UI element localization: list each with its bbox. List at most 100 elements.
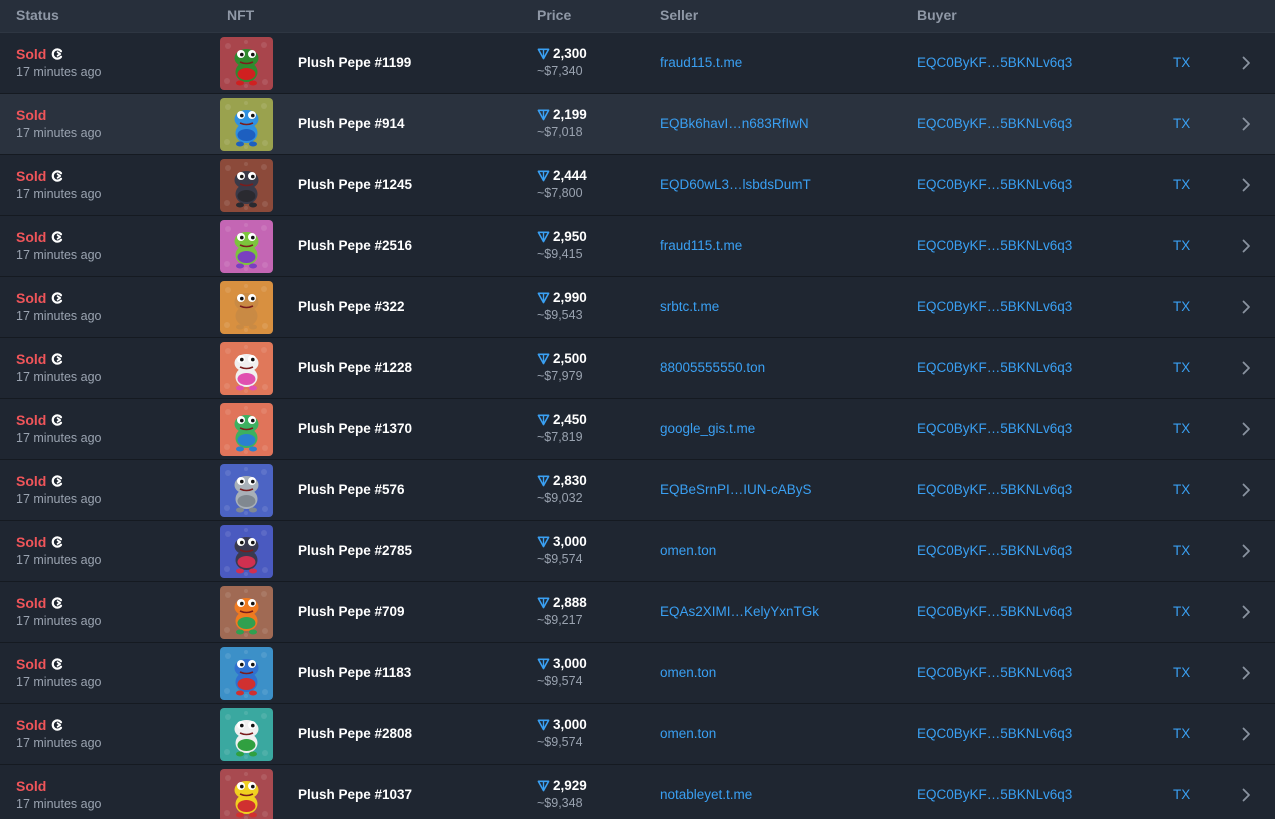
nft-thumbnail[interactable]	[220, 403, 273, 456]
tx-link[interactable]: TX	[1173, 360, 1190, 375]
tx-link[interactable]: TX	[1173, 787, 1190, 802]
chevron-right-icon[interactable]	[1240, 726, 1252, 742]
nft-name[interactable]: Plush Pepe #322	[298, 299, 405, 314]
chevron-right-icon[interactable]	[1240, 482, 1252, 498]
column-nft[interactable]: NFT	[227, 7, 254, 23]
tx-link[interactable]: TX	[1173, 238, 1190, 253]
buyer-link[interactable]: EQC0ByKF…5BKNLv6q3	[917, 604, 1072, 619]
seller-link[interactable]: EQAs2XIMI…KelyYxnTGk	[660, 604, 819, 619]
seller-link[interactable]: fraud115.t.me	[660, 55, 742, 70]
seller-link[interactable]: fraud115.t.me	[660, 238, 742, 253]
buyer-link[interactable]: EQC0ByKF…5BKNLv6q3	[917, 726, 1072, 741]
table-row[interactable]: Sold 17 minutes ago	[0, 765, 1275, 819]
table-row[interactable]: Sold 17 minutes ago	[0, 33, 1275, 94]
nft-name[interactable]: Plush Pepe #1370	[298, 421, 412, 436]
price-ton: 2,888	[553, 595, 587, 610]
chevron-right-icon[interactable]	[1240, 787, 1252, 803]
seller-link[interactable]: google_gis.t.me	[660, 421, 755, 436]
seller-link[interactable]: omen.ton	[660, 665, 716, 680]
table-row[interactable]: Sold 17 minutes ago	[0, 521, 1275, 582]
nft-name[interactable]: Plush Pepe #2516	[298, 238, 412, 253]
column-status[interactable]: Status	[16, 7, 59, 23]
tx-link[interactable]: TX	[1173, 482, 1190, 497]
nft-name[interactable]: Plush Pepe #1228	[298, 360, 412, 375]
column-buyer[interactable]: Buyer	[917, 7, 957, 23]
buyer-link[interactable]: EQC0ByKF…5BKNLv6q3	[917, 116, 1072, 131]
tx-link[interactable]: TX	[1173, 604, 1190, 619]
price-cell: 3,000 ~$9,574	[537, 533, 587, 566]
table-row[interactable]: Sold 17 minutes ago	[0, 582, 1275, 643]
seller-link[interactable]: omen.ton	[660, 726, 716, 741]
chevron-right-icon[interactable]	[1240, 177, 1252, 193]
column-seller[interactable]: Seller	[660, 7, 698, 23]
chevron-right-icon[interactable]	[1240, 604, 1252, 620]
tx-link[interactable]: TX	[1173, 55, 1190, 70]
chevron-right-icon[interactable]	[1240, 299, 1252, 315]
table-row[interactable]: Sold 17 minutes ago	[0, 704, 1275, 765]
buyer-link[interactable]: EQC0ByKF…5BKNLv6q3	[917, 55, 1072, 70]
buyer-link[interactable]: EQC0ByKF…5BKNLv6q3	[917, 238, 1072, 253]
table-row[interactable]: Sold 17 minutes ago	[0, 643, 1275, 704]
seller-link[interactable]: EQD60wL3…lsbdsDumT	[660, 177, 811, 192]
nft-thumbnail[interactable]	[220, 586, 273, 639]
nft-name[interactable]: Plush Pepe #1183	[298, 665, 411, 680]
buyer-link[interactable]: EQC0ByKF…5BKNLv6q3	[917, 299, 1072, 314]
table-row[interactable]: Sold 17 minutes ago	[0, 155, 1275, 216]
chevron-right-icon[interactable]	[1240, 360, 1252, 376]
table-row[interactable]: Sold 17 minutes ago	[0, 216, 1275, 277]
nft-thumbnail[interactable]	[220, 342, 273, 395]
nft-thumbnail[interactable]	[220, 98, 273, 151]
tx-link[interactable]: TX	[1173, 299, 1190, 314]
table-row[interactable]: Sold 17 minutes ago	[0, 94, 1275, 155]
nft-name[interactable]: Plush Pepe #1199	[298, 55, 411, 70]
seller-link[interactable]: srbtc.t.me	[660, 299, 719, 314]
nft-thumbnail[interactable]	[220, 220, 273, 273]
nft-thumbnail[interactable]	[220, 464, 273, 517]
seller-link[interactable]: EQBk6havI…n683RfIwN	[660, 116, 809, 131]
nft-name[interactable]: Plush Pepe #1245	[298, 177, 412, 192]
tx-link[interactable]: TX	[1173, 726, 1190, 741]
seller-link[interactable]: 88005555550.ton	[660, 360, 765, 375]
seller-link[interactable]: EQBeSrnPI…IUN-cAByS	[660, 482, 812, 497]
nft-thumbnail[interactable]	[220, 708, 273, 761]
tx-link[interactable]: TX	[1173, 543, 1190, 558]
nft-name[interactable]: Plush Pepe #1037	[298, 787, 412, 802]
buyer-link[interactable]: EQC0ByKF…5BKNLv6q3	[917, 360, 1072, 375]
chevron-right-icon[interactable]	[1240, 421, 1252, 437]
nft-thumbnail[interactable]	[220, 159, 273, 212]
nft-name[interactable]: Plush Pepe #709	[298, 604, 405, 619]
tx-link[interactable]: TX	[1173, 421, 1190, 436]
nft-thumbnail[interactable]	[220, 769, 273, 819]
chevron-right-icon[interactable]	[1240, 55, 1252, 71]
table-row[interactable]: Sold 17 minutes ago	[0, 399, 1275, 460]
column-price[interactable]: Price	[537, 7, 571, 23]
table-row[interactable]: Sold 17 minutes ago	[0, 277, 1275, 338]
nft-thumbnail[interactable]	[220, 281, 273, 334]
ton-icon	[537, 719, 550, 731]
tx-link[interactable]: TX	[1173, 665, 1190, 680]
tx-link[interactable]: TX	[1173, 116, 1190, 131]
chevron-right-icon[interactable]	[1240, 665, 1252, 681]
buyer-link[interactable]: EQC0ByKF…5BKNLv6q3	[917, 543, 1072, 558]
chevron-right-icon[interactable]	[1240, 238, 1252, 254]
nft-name[interactable]: Plush Pepe #2808	[298, 726, 412, 741]
seller-link[interactable]: omen.ton	[660, 543, 716, 558]
nft-name[interactable]: Plush Pepe #576	[298, 482, 405, 497]
tx-link[interactable]: TX	[1173, 177, 1190, 192]
nft-thumbnail[interactable]	[220, 525, 273, 578]
seller-link[interactable]: notableyet.t.me	[660, 787, 752, 802]
buyer-link[interactable]: EQC0ByKF…5BKNLv6q3	[917, 177, 1072, 192]
chevron-right-icon[interactable]	[1240, 116, 1252, 132]
buyer-link[interactable]: EQC0ByKF…5BKNLv6q3	[917, 665, 1072, 680]
nft-thumbnail[interactable]	[220, 37, 273, 90]
nft-thumbnail[interactable]	[220, 647, 273, 700]
nft-name[interactable]: Plush Pepe #2785	[298, 543, 412, 558]
table-row[interactable]: Sold 17 minutes ago	[0, 460, 1275, 521]
chevron-right-icon[interactable]	[1240, 543, 1252, 559]
buyer-link[interactable]: EQC0ByKF…5BKNLv6q3	[917, 787, 1072, 802]
price-ton: 2,300	[553, 46, 587, 61]
buyer-link[interactable]: EQC0ByKF…5BKNLv6q3	[917, 421, 1072, 436]
table-row[interactable]: Sold 17 minutes ago	[0, 338, 1275, 399]
buyer-link[interactable]: EQC0ByKF…5BKNLv6q3	[917, 482, 1072, 497]
nft-name[interactable]: Plush Pepe #914	[298, 116, 405, 131]
